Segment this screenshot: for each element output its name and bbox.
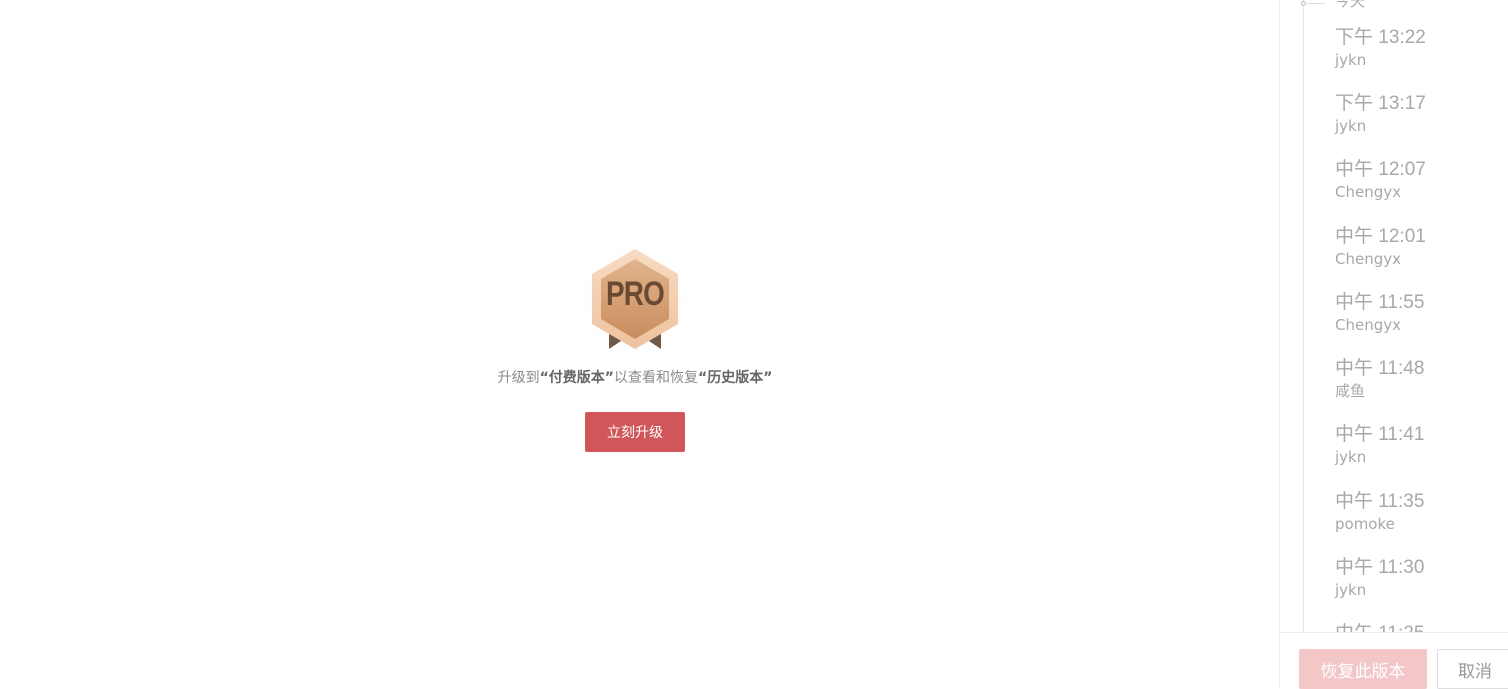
version-author: jykn: [1335, 51, 1367, 69]
version-author: Chengyx: [1335, 183, 1401, 201]
version-time: 下午 13:17: [1335, 93, 1426, 114]
version-time: 中午 11:25: [1335, 622, 1495, 632]
version-item[interactable]: 中午 12:01 Chengyx: [1335, 225, 1495, 269]
upgrade-message-middle: 以查看和恢复: [614, 370, 698, 386]
version-item[interactable]: 下午 13:22 jykn: [1335, 26, 1495, 70]
version-time: 中午 11:55: [1335, 292, 1425, 313]
version-history-panel: 今天 下午 13:22 jykn 下午 13:17 jykn 中午 12:07 …: [1279, 0, 1508, 689]
version-item[interactable]: 中午 12:07 Chengyx: [1335, 158, 1495, 202]
version-time: 中午 11:35: [1335, 491, 1425, 512]
version-item[interactable]: 中午 11:35 pomoke: [1335, 490, 1495, 534]
version-author: jykn: [1335, 581, 1367, 599]
version-item[interactable]: 中午 11:55 Chengyx: [1335, 291, 1495, 335]
version-item[interactable]: 中午 11:41 jykn: [1335, 423, 1495, 467]
restore-version-button[interactable]: 恢复此版本: [1299, 649, 1427, 689]
upgrade-message-prefix: 升级到: [497, 370, 540, 386]
timeline-connector: [1307, 3, 1325, 4]
history-footer: 恢复此版本 取消: [1280, 632, 1508, 689]
version-author: pomoke: [1335, 515, 1395, 533]
timeline-line: [1303, 0, 1304, 632]
version-item[interactable]: 中午 11:25: [1335, 622, 1495, 632]
version-time: 中午 12:01: [1335, 226, 1426, 247]
version-timeline[interactable]: 今天 下午 13:22 jykn 下午 13:17 jykn 中午 12:07 …: [1280, 0, 1508, 632]
version-author: jykn: [1335, 448, 1367, 466]
upgrade-promo: PRO 升级到“付费版本”以查看和恢复“历史版本” 立刻升级: [0, 245, 1270, 452]
version-time: 中午 11:48: [1335, 358, 1425, 379]
upgrade-message: 升级到“付费版本”以查看和恢复“历史版本”: [498, 367, 773, 387]
upgrade-now-button[interactable]: 立刻升级: [585, 412, 685, 452]
timeline-dot: [1301, 1, 1306, 6]
pro-badge-label: PRO: [606, 275, 665, 313]
day-label: 今天: [1335, 0, 1366, 10]
pro-badge: PRO: [570, 245, 700, 357]
version-item[interactable]: 下午 13:17 jykn: [1335, 92, 1495, 136]
version-preview-area: PRO 升级到“付费版本”以查看和恢复“历史版本” 立刻升级: [0, 0, 1279, 688]
version-author: Chengyx: [1335, 250, 1401, 268]
version-time: 下午 13:22: [1335, 27, 1426, 48]
cancel-button[interactable]: 取消: [1437, 649, 1508, 689]
version-time: 中午 12:07: [1335, 159, 1426, 180]
version-time: 中午 11:30: [1335, 557, 1425, 578]
version-item[interactable]: 中午 11:48 咸鱼: [1335, 357, 1495, 401]
version-author: jykn: [1335, 117, 1367, 135]
history-version-highlight: “历史版本”: [698, 370, 773, 386]
version-author: Chengyx: [1335, 316, 1401, 334]
version-time: 中午 11:41: [1335, 424, 1425, 445]
version-item[interactable]: 中午 11:30 jykn: [1335, 556, 1495, 600]
version-author: 咸鱼: [1335, 382, 1366, 400]
paid-version-highlight: “付费版本”: [539, 370, 614, 386]
